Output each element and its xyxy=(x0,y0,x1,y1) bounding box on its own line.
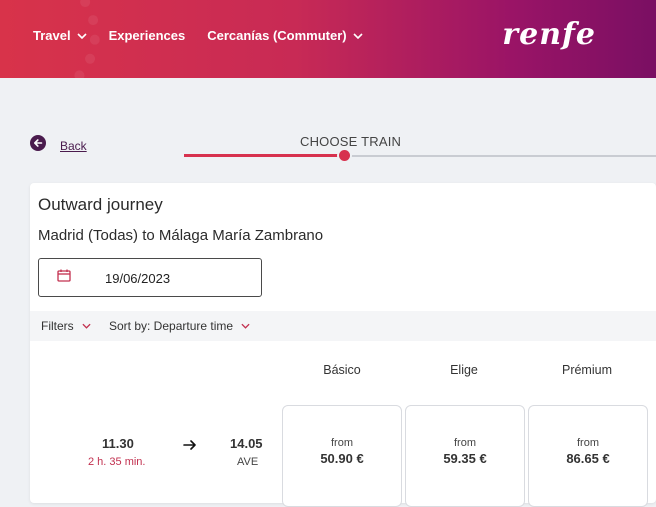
trip-duration: 2 h. 35 min. xyxy=(88,456,146,468)
filters-label: Filters xyxy=(41,319,74,333)
sort-button[interactable]: Sort by: Departure time xyxy=(109,319,250,333)
fare-from-label: from xyxy=(331,437,353,449)
renfe-logo[interactable]: renfe xyxy=(502,17,596,52)
main-nav: Travel Experiences Cercanías (Commuter) xyxy=(33,28,385,43)
nav-item-label: Travel xyxy=(33,28,71,43)
journey-card: Outward journey Madrid (Todas) to Málaga… xyxy=(30,183,656,507)
date-value: 19/06/2023 xyxy=(105,271,171,286)
arrow-right-icon xyxy=(183,437,197,455)
nav-item-label: Cercanías (Commuter) xyxy=(207,28,347,43)
fare-price: 50.90 € xyxy=(320,451,364,466)
chevron-down-icon xyxy=(82,323,91,329)
journey-title: Outward journey xyxy=(38,195,163,214)
nav-item-label: Experiences xyxy=(108,28,186,43)
fare-from-label: from xyxy=(454,437,476,449)
filters-bar: Filters Sort by: Departure time xyxy=(30,311,656,341)
nav-item-travel[interactable]: Travel xyxy=(33,28,87,43)
fare-price: 59.35 € xyxy=(443,451,487,466)
fare-header-basico: Básico xyxy=(323,363,361,377)
chevron-down-icon xyxy=(77,32,87,39)
fare-header-elige: Elige xyxy=(450,363,478,377)
fare-header-premium: Prémium xyxy=(561,363,612,377)
fare-from-label: from xyxy=(577,437,599,449)
nav-item-experiences[interactable]: Experiences xyxy=(109,28,186,43)
fare-price: 86.65 € xyxy=(566,451,610,466)
back-label: Back xyxy=(60,138,87,153)
journey-route: Madrid (Todas) to Málaga María Zambrano xyxy=(38,227,324,244)
chevron-down-icon xyxy=(353,32,363,39)
filters-button[interactable]: Filters xyxy=(41,319,91,333)
calendar-icon xyxy=(57,269,71,287)
fare-option-elige[interactable]: from 59.35 € xyxy=(405,405,525,507)
fare-option-premium[interactable]: from 86.65 € xyxy=(528,405,648,507)
back-arrow-circle-icon xyxy=(30,135,46,156)
progress-marker xyxy=(339,150,350,161)
site-header: Travel Experiences Cercanías (Commuter) … xyxy=(0,0,656,78)
progress-fill xyxy=(184,154,344,157)
fare-option-basico[interactable]: from 50.90 € xyxy=(282,405,402,507)
train-type: AVE xyxy=(237,456,259,468)
chevron-down-icon xyxy=(241,323,250,329)
sort-label: Sort by: Departure time xyxy=(109,319,234,333)
departure-time: 11.30 xyxy=(102,436,134,451)
arrival-time: 14.05 xyxy=(230,436,263,451)
step-title: CHOOSE TRAIN xyxy=(300,134,402,149)
date-picker[interactable]: 19/06/2023 xyxy=(38,258,262,297)
nav-item-cercanias[interactable]: Cercanías (Commuter) xyxy=(207,28,363,43)
back-link[interactable]: Back xyxy=(30,135,87,156)
